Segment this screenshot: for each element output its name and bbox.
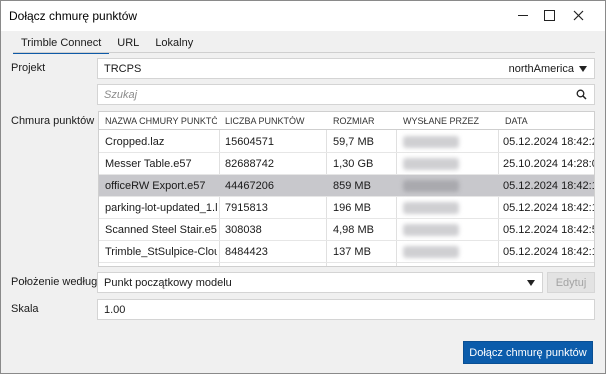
placement-value: Punkt początkowy modelu (104, 277, 232, 289)
project-select[interactable]: TRCPS northAmerica (97, 58, 595, 79)
cell-date: 05.12.2024 18:42:50 (503, 224, 595, 236)
pointcloud-label: Chmura punktów (11, 115, 95, 127)
tab-divider (13, 52, 595, 53)
table-row[interactable]: Scanned Steel Stair.e57 308038 4,98 MB 0… (99, 219, 595, 241)
cell-size: 59,7 MB (333, 136, 374, 148)
redacted-uploader (403, 136, 459, 148)
close-icon (573, 10, 583, 20)
table-row-selected[interactable]: officeRW Export.e57 44467206 859 MB 05.1… (99, 175, 595, 197)
cell-date: 05.12.2024 18:42:14 (503, 202, 595, 214)
cell-date: 05.12.2024 18:42:13 (503, 180, 595, 192)
table-row[interactable]: Trimble_StSulpice-Cloud 8484423 137 MB 0… (99, 241, 595, 263)
cell-size: 137 MB (333, 246, 371, 258)
dialog-window: Dołącz chmurę punktów Trimble Connect UR… (0, 0, 606, 374)
region-value: northAmerica (508, 63, 574, 75)
cell-size: 196 MB (333, 202, 371, 214)
table-row[interactable]: Messer Table.e57 82688742 1,30 GB 25.10.… (99, 153, 595, 175)
window-title: Dołącz chmurę punktów (9, 9, 138, 23)
scale-value: 1.00 (104, 304, 126, 316)
title-bar: Dołącz chmurę punktów (1, 1, 605, 31)
scale-label: Skala (11, 303, 39, 315)
project-label: Projekt (11, 62, 46, 74)
close-button[interactable] (566, 3, 590, 27)
minimize-button[interactable] (511, 3, 535, 27)
redacted-uploader (403, 202, 459, 214)
redacted-uploader (403, 246, 459, 258)
search-placeholder: Szukaj (104, 89, 138, 101)
column-header-date[interactable]: DATA (505, 116, 593, 126)
column-header-name[interactable]: NAZWA CHMURY PUNKTÓW (105, 116, 217, 126)
cell-size: 4,98 MB (333, 224, 374, 236)
cell-name: officeRW Export.e57 (105, 180, 206, 192)
column-header-size[interactable]: ROZMIAR (333, 116, 395, 126)
tab-trimble-connect[interactable]: Trimble Connect (13, 36, 110, 54)
cell-name: Cropped.laz (105, 136, 165, 148)
cell-points: 7915813 (225, 202, 268, 214)
pointcloud-table: NAZWA CHMURY PUNKTÓW LICZBA PUNKTÓW ROZM… (98, 111, 595, 267)
tab-url[interactable]: URL (109, 36, 147, 52)
source-tabs: Trimble Connect URL Lokalny (13, 36, 201, 54)
cell-name: parking-lot-updated_1.las (105, 202, 217, 214)
search-icon[interactable] (576, 89, 587, 100)
edit-button[interactable]: Edytuj (547, 272, 595, 293)
placement-label: Położenie według (11, 276, 98, 288)
chevron-down-icon (527, 280, 535, 286)
cell-date: 05.12.2024 18:42:20 (503, 136, 595, 148)
cell-points: 15604571 (225, 136, 274, 148)
scale-input[interactable]: 1.00 (97, 299, 595, 320)
redacted-uploader (403, 158, 459, 170)
cell-points: 82688742 (225, 158, 274, 170)
search-input[interactable]: Szukaj (97, 84, 595, 105)
cell-points: 308038 (225, 224, 262, 236)
cell-size: 859 MB (333, 180, 371, 192)
cell-date: 05.12.2024 18:42:19 (503, 246, 595, 258)
maximize-button[interactable] (537, 3, 561, 27)
cell-points: 44467206 (225, 180, 274, 192)
redacted-uploader (403, 224, 459, 236)
cell-size: 1,30 GB (333, 158, 374, 170)
cell-name: Messer Table.e57 (105, 158, 192, 170)
cell-name: Trimble_StSulpice-Cloud (105, 246, 217, 258)
cell-date: 25.10.2024 14:28:03 (503, 158, 595, 170)
placement-select[interactable]: Punkt początkowy modelu (97, 272, 543, 293)
cell-points: 8484423 (225, 246, 268, 258)
attach-pointcloud-button[interactable]: Dołącz chmurę punktów (463, 341, 593, 364)
tab-local[interactable]: Lokalny (147, 36, 201, 52)
chevron-down-icon (579, 66, 587, 72)
table-row[interactable]: Cropped.laz 15604571 59,7 MB 05.12.2024 … (99, 131, 595, 153)
project-value: TRCPS (104, 63, 142, 75)
redacted-uploader (403, 180, 459, 192)
column-header-uploaded-by[interactable]: WYSŁANE PRZEZ (403, 116, 497, 126)
table-header: NAZWA CHMURY PUNKTÓW LICZBA PUNKTÓW ROZM… (99, 112, 594, 130)
column-header-points[interactable]: LICZBA PUNKTÓW (225, 116, 323, 126)
cell-name: Scanned Steel Stair.e57 (105, 224, 217, 236)
table-row[interactable]: parking-lot-updated_1.las 7915813 196 MB… (99, 197, 595, 219)
